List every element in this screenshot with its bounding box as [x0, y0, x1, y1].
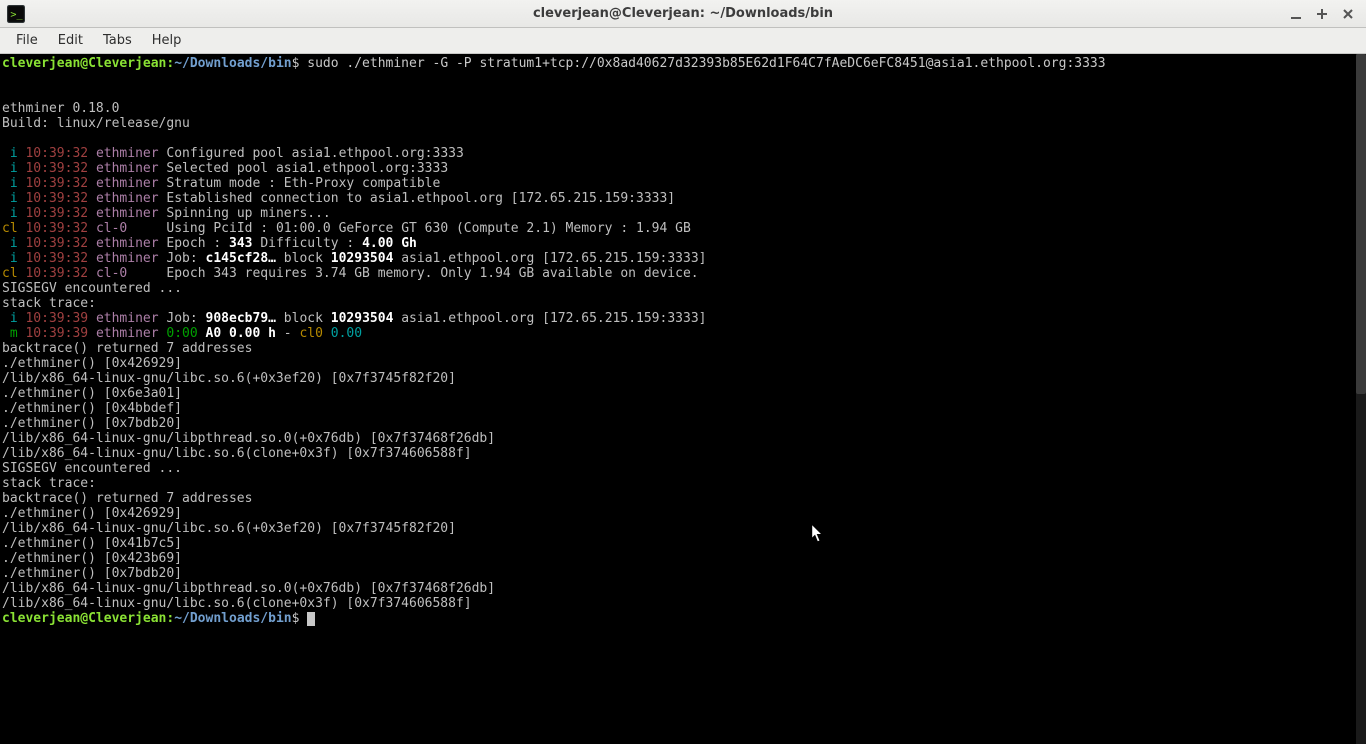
menu-bar: File Edit Tabs Help: [0, 28, 1366, 54]
svg-text:>_: >_: [10, 9, 23, 20]
scrollbar[interactable]: [1356, 54, 1366, 744]
close-button[interactable]: [1340, 6, 1356, 22]
window-titlebar: >_ cleverjean@Cleverjean: ~/Downloads/bi…: [0, 0, 1366, 28]
menu-tabs[interactable]: Tabs: [93, 29, 142, 52]
terminal-output[interactable]: cleverjean@Cleverjean:~/Downloads/bin$ s…: [0, 54, 1366, 744]
menu-edit[interactable]: Edit: [48, 29, 93, 52]
window-controls: [1288, 6, 1366, 22]
terminal-icon: >_: [6, 4, 26, 24]
minimize-button[interactable]: [1288, 6, 1304, 22]
window-title: cleverjean@Cleverjean: ~/Downloads/bin: [0, 6, 1366, 21]
scrollbar-thumb[interactable]: [1356, 54, 1366, 394]
menu-file[interactable]: File: [6, 29, 48, 52]
menu-help[interactable]: Help: [142, 29, 192, 52]
maximize-button[interactable]: [1314, 6, 1330, 22]
terminal-cursor: [307, 612, 315, 626]
